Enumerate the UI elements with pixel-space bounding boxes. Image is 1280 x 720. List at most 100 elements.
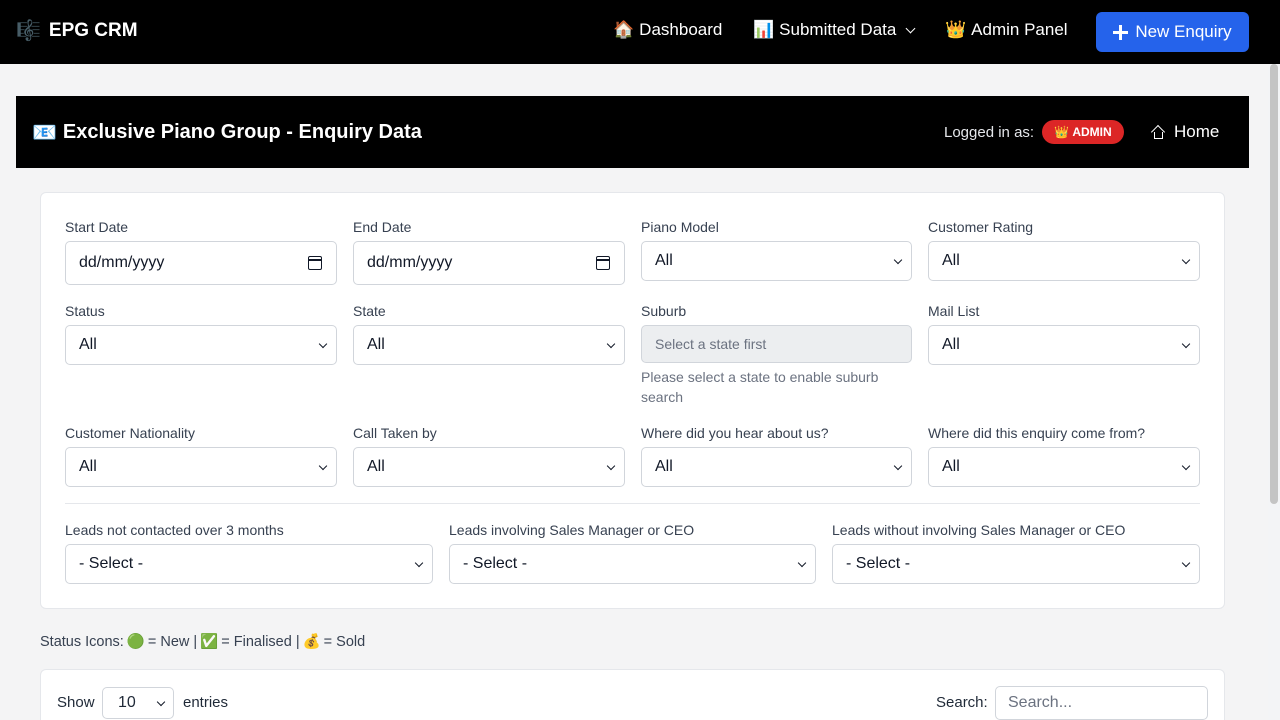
status-value: All (79, 336, 97, 353)
calendar-icon[interactable] (596, 256, 610, 270)
chevron-down-icon (905, 23, 916, 33)
nav-admin-panel-link[interactable]: 👑 Admin Panel (945, 20, 1068, 40)
chevron-down-icon (797, 558, 807, 568)
suburb-label: Suburb (641, 303, 687, 319)
customer-rating-label: Customer Rating (928, 219, 1034, 235)
without-manager-select[interactable]: - Select - (832, 544, 1200, 584)
chevron-down-icon (606, 339, 616, 349)
search-input[interactable]: Search... (995, 686, 1208, 720)
chevron-down-icon (606, 461, 616, 471)
involving-manager-filter: Leads involving Sales Manager or CEO (449, 521, 816, 541)
page-title-text: Exclusive Piano Group - Enquiry Data (62, 121, 422, 143)
chevron-down-icon (1181, 558, 1191, 568)
music-score-icon: 🎼 (16, 20, 41, 42)
piano-model-select[interactable]: All (641, 241, 912, 281)
involving-manager-select[interactable]: - Select - (449, 544, 816, 584)
house-icon: 🏠 (613, 20, 635, 39)
piano-model-value: All (655, 252, 673, 269)
call-taken-select[interactable]: All (353, 447, 625, 487)
customer-rating-select[interactable]: All (928, 241, 1200, 281)
chevron-down-icon (414, 558, 424, 568)
enquiry-source-filter: Where did this enquiry come from? (928, 424, 1200, 444)
without-manager-value: - Select - (846, 555, 911, 572)
page-size-select[interactable]: 10 (102, 687, 174, 719)
piano-model-filter: Piano Model (641, 218, 912, 238)
nationality-filter: Customer Nationality (65, 424, 337, 444)
nav-submitted-data-dropdown[interactable]: 📊 Submitted Data (753, 20, 916, 40)
chevron-down-icon (318, 339, 328, 349)
suburb-placeholder: Select a state first (655, 336, 767, 352)
new-enquiry-label: New Enquiry (1135, 22, 1232, 41)
status-icons-legend: Status Icons: 🟢 = New | ✅ = Finalised | … (40, 633, 365, 651)
state-filter: State (353, 302, 625, 322)
status-finalised-text: = Finalised | (221, 633, 300, 650)
new-enquiry-button[interactable]: New Enquiry (1096, 12, 1249, 52)
nav-submitted-label: Submitted Data (779, 20, 897, 39)
hear-about-value: All (655, 458, 673, 475)
mail-list-select[interactable]: All (928, 325, 1200, 365)
customer-rating-filter: Customer Rating (928, 218, 1200, 238)
without-manager-label: Leads without involving Sales Manager or… (832, 522, 1126, 538)
nationality-select[interactable]: All (65, 447, 337, 487)
enquiry-source-select[interactable]: All (928, 447, 1200, 487)
money-bag-icon: 💰 (302, 634, 321, 650)
end-date-filter: End Date (353, 218, 625, 238)
end-date-input[interactable]: dd/mm/yyyy (353, 241, 625, 285)
status-select[interactable]: All (65, 325, 337, 365)
nav-dashboard-link[interactable]: 🏠 Dashboard (613, 20, 722, 40)
status-new-text: = New | (147, 633, 198, 650)
nav-dashboard-label: Dashboard (639, 20, 723, 39)
entries-label: entries (183, 694, 229, 711)
hear-about-filter: Where did you hear about us? (641, 424, 912, 444)
state-value: All (367, 336, 385, 353)
page-scrollbar-thumb[interactable] (1270, 64, 1278, 504)
suburb-filter: Suburb (641, 302, 912, 322)
not-contacted-filter: Leads not contacted over 3 months (65, 521, 433, 541)
home-link[interactable]: Home (1150, 122, 1220, 142)
calendar-icon[interactable] (308, 256, 322, 270)
home-label: Home (1174, 122, 1220, 141)
start-date-input[interactable]: dd/mm/yyyy (65, 241, 337, 285)
hear-about-label: Where did you hear about us? (641, 425, 829, 441)
search-placeholder: Search... (1008, 694, 1073, 711)
state-select[interactable]: All (353, 325, 625, 365)
status-label: Status (65, 303, 105, 319)
home-icon (1150, 124, 1166, 139)
chevron-down-icon (1181, 255, 1191, 265)
piano-model-label: Piano Model (641, 219, 719, 235)
chevron-down-icon (893, 255, 903, 265)
enquiry-source-label: Where did this enquiry come from? (928, 425, 1146, 441)
mail-list-value: All (942, 336, 960, 353)
role-badge: 👑 ADMIN (1042, 120, 1124, 144)
plus-icon (1113, 24, 1129, 40)
customer-rating-value: All (942, 252, 960, 269)
enquiry-source-value: All (942, 458, 960, 475)
check-mark-icon: ✅ (200, 634, 219, 650)
show-label: Show (57, 694, 95, 711)
envelope-icon: 📧 (32, 122, 57, 144)
nationality-value: All (79, 458, 97, 475)
brand[interactable]: 🎼 EPG CRM (16, 18, 138, 43)
chevron-down-icon (156, 697, 166, 707)
top-navbar: 🎼 EPG CRM 🏠 Dashboard 📊 Submitted Data 👑… (0, 0, 1280, 64)
hear-about-select[interactable]: All (641, 447, 912, 487)
bar-chart-icon: 📊 (753, 20, 775, 39)
state-label: State (353, 303, 386, 319)
start-date-filter: Start Date (65, 218, 337, 238)
nav-admin-label: Admin Panel (971, 20, 1068, 39)
brand-name: EPG CRM (48, 19, 138, 41)
suburb-input[interactable]: Select a state first (641, 325, 912, 363)
status-icons-label: Status Icons: (40, 633, 124, 650)
call-taken-value: All (367, 458, 385, 475)
not-contacted-value: - Select - (79, 555, 144, 572)
page-header: 📧 Exclusive Piano Group - Enquiry Data L… (16, 96, 1249, 168)
chevron-down-icon (1181, 461, 1191, 471)
not-contacted-label: Leads not contacted over 3 months (65, 522, 284, 538)
involving-manager-value: - Select - (463, 555, 528, 572)
chevron-down-icon (318, 461, 328, 471)
end-date-value: dd/mm/yyyy (367, 254, 453, 271)
not-contacted-select[interactable]: - Select - (65, 544, 433, 584)
mail-list-label: Mail List (928, 303, 980, 319)
page-size-value: 10 (118, 694, 136, 711)
filter-divider (65, 503, 1200, 504)
